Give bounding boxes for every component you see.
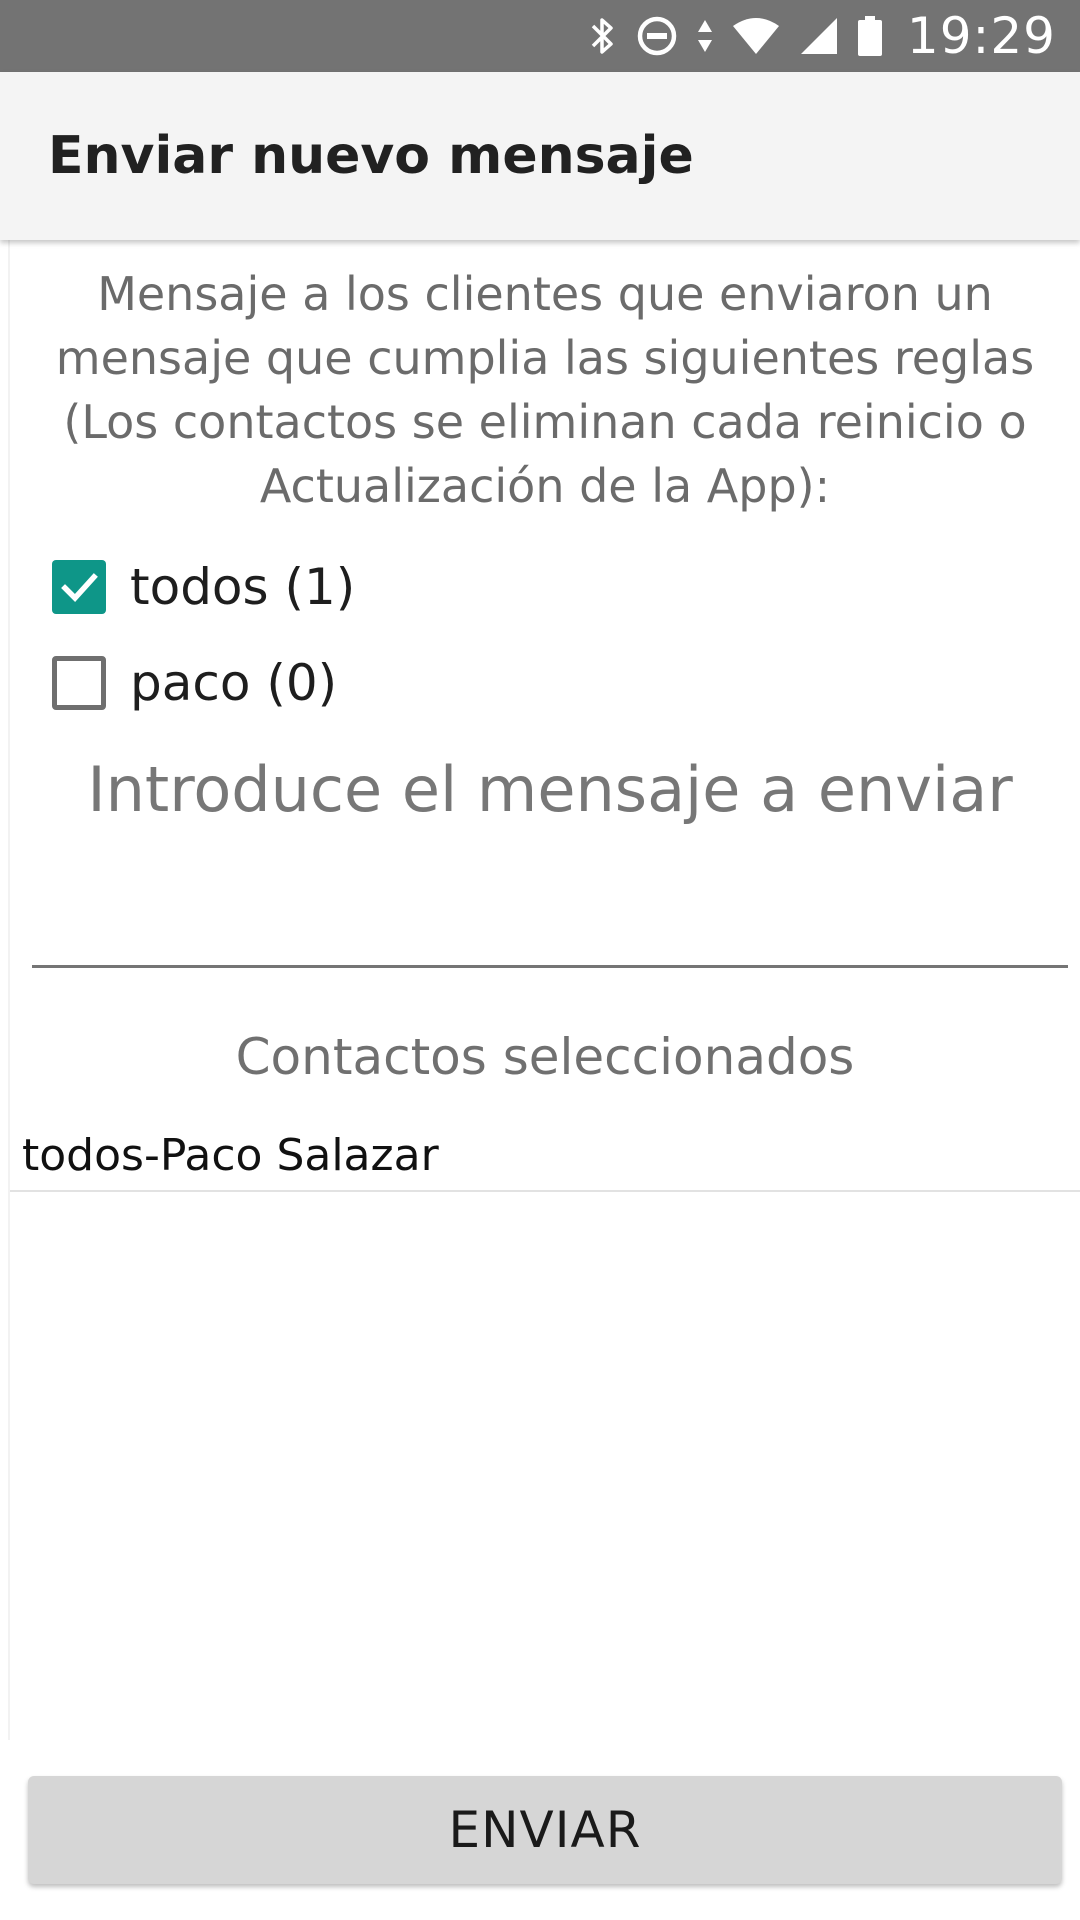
contacts-list: todos-Paco Salazar [10, 1120, 1080, 1192]
data-transfer-icon [697, 14, 713, 58]
intro-text: Mensaje a los clientes que enviaron un m… [55, 267, 1035, 513]
rule-label: todos (1) [130, 558, 356, 616]
do-not-disturb-icon [635, 14, 679, 58]
battery-icon [857, 14, 883, 58]
divider [8, 240, 10, 1740]
checkbox-checked-icon[interactable] [52, 560, 106, 614]
status-icons: 19:29 [589, 0, 1056, 72]
status-time: 19:29 [906, 7, 1056, 65]
wifi-icon [731, 14, 781, 58]
rule-label: paco (0) [130, 654, 338, 712]
rule-checkbox-paco[interactable]: paco (0) [52, 648, 337, 718]
main-content: Mensaje a los clientes que enviaron un m… [0, 240, 1080, 1920]
message-input[interactable] [32, 740, 1068, 968]
bluetooth-icon [589, 14, 617, 58]
rule-checkbox-todos[interactable]: todos (1) [52, 552, 355, 622]
contacts-heading: Contactos seleccionados [235, 1028, 855, 1086]
status-bar: 19:29 [0, 0, 1080, 72]
send-button[interactable]: ENVIAR [28, 1776, 1062, 1884]
list-item[interactable]: todos-Paco Salazar [10, 1120, 1080, 1192]
cell-signal-icon [799, 14, 839, 58]
page-title: Enviar nuevo mensaje [48, 126, 694, 186]
app-bar: Enviar nuevo mensaje [0, 72, 1080, 240]
checkbox-unchecked-icon[interactable] [52, 656, 106, 710]
screen: 19:29 Enviar nuevo mensaje Mensaje a los… [0, 0, 1080, 1920]
